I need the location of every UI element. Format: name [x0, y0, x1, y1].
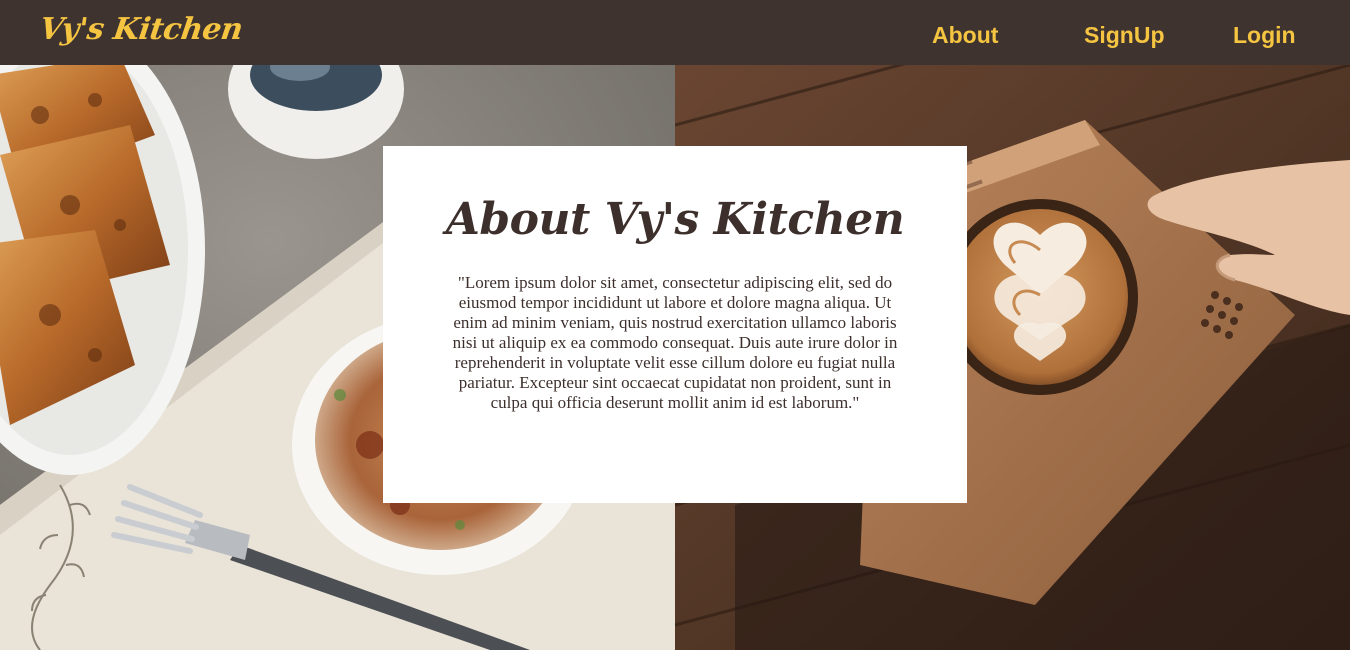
nav-link-about[interactable]: About: [932, 22, 998, 49]
about-title: About Vy's Kitchen: [445, 194, 905, 245]
top-navbar: Vy's Kitchen About SignUp Login: [0, 0, 1350, 65]
nav-link-signup[interactable]: SignUp: [1084, 22, 1165, 49]
about-body-text: "Lorem ipsum dolor sit amet, consectetur…: [452, 273, 898, 412]
about-card: About Vy's Kitchen "Lorem ipsum dolor si…: [383, 146, 967, 503]
nav-link-login[interactable]: Login: [1233, 22, 1296, 49]
site-logo[interactable]: Vy's Kitchen: [38, 12, 245, 47]
